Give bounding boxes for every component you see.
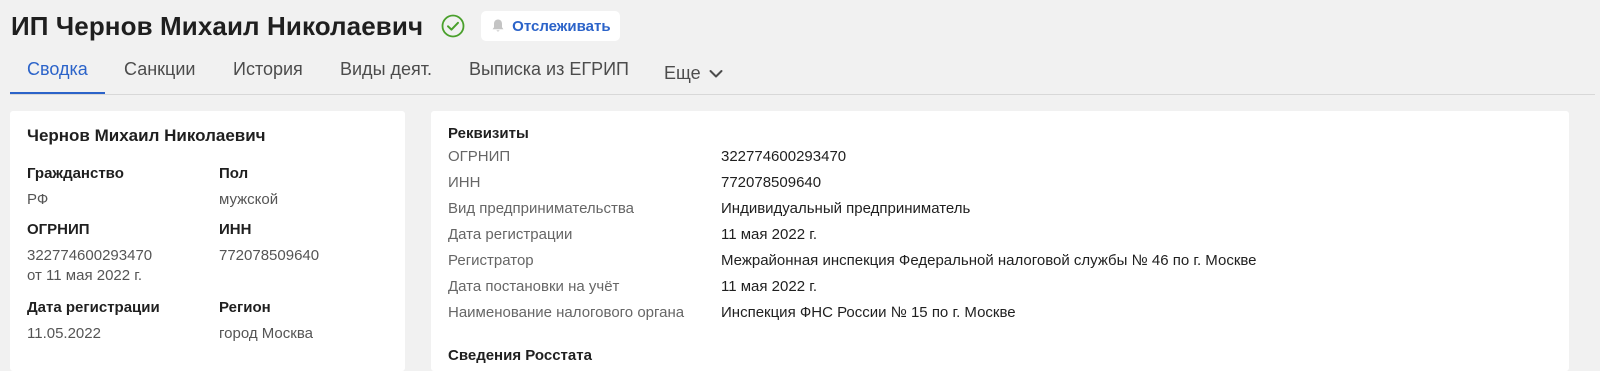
requisites-title: Реквизиты [448, 125, 529, 142]
requisite-key: Дата регистрации [448, 226, 573, 243]
citizenship-field: Гражданство РФ [27, 164, 207, 210]
requisite-key: Вид предпринимательства [448, 200, 634, 217]
field-label: Пол [219, 165, 249, 182]
chevron-down-icon [709, 58, 723, 88]
page-header: ИП Чернов Михаил Николаевич Отслеживать [11, 8, 620, 44]
tab-history[interactable]: История [233, 54, 303, 92]
gender-field: Пол мужской [219, 164, 399, 210]
tab-label: Сводка [27, 59, 88, 79]
tab-label: История [233, 59, 303, 79]
tab-label: Выписка из ЕГРИП [469, 59, 629, 79]
region-field: Регион город Москва [219, 298, 399, 344]
requisite-value: 772078509640 [721, 174, 822, 191]
field-value: 322774600293470 [27, 247, 153, 264]
rosstat-section-title: Сведения Росстата [448, 347, 592, 364]
requisite-value: 11 мая 2022 г. [721, 278, 818, 295]
tab-egrip-extract[interactable]: Выписка из ЕГРИП [469, 54, 629, 92]
requisite-key: Дата постановки на учёт [448, 278, 620, 295]
tab-label: Санкции [124, 59, 196, 79]
requisite-key: ОГРНИП [448, 148, 511, 165]
requisite-value: 11 мая 2022 г. [721, 226, 818, 243]
inn-field: ИНН 772078509640 [219, 220, 399, 266]
person-name: Чернов Михаил Николаевич [27, 126, 266, 145]
requisite-row: Наименование налогового органа Инспекция… [448, 300, 1548, 326]
follow-button[interactable]: Отслеживать [481, 11, 620, 41]
requisite-row: Дата регистрации 11 мая 2022 г. [448, 222, 1548, 248]
requisites-card: Реквизиты ОГРНИП 322774600293470 ИНН 772… [431, 111, 1569, 371]
requisite-value: Инспекция ФНС России № 15 по г. Москве [721, 304, 1016, 321]
ogrnip-field: ОГРНИП 322774600293470 от 11 мая 2022 г. [27, 220, 207, 286]
requisite-value: Межрайонная инспекция Федеральной налого… [721, 252, 1257, 269]
requisite-key: Регистратор [448, 252, 534, 269]
requisite-row: ИНН 772078509640 [448, 170, 1548, 196]
requisite-key: Наименование налогового органа [448, 304, 685, 321]
field-label: Регион [219, 299, 271, 316]
bell-icon [490, 18, 506, 34]
field-label: Гражданство [27, 165, 124, 182]
requisite-key: ИНН [448, 174, 481, 191]
tab-label: Еще [664, 63, 701, 83]
requisite-value: 322774600293470 [721, 148, 847, 165]
reg-date-field: Дата регистрации 11.05.2022 [27, 298, 207, 344]
field-value: РФ [27, 191, 49, 208]
tab-label: Виды деят. [340, 59, 433, 79]
tab-summary[interactable]: Сводка [10, 54, 105, 94]
tab-bar: Сводка Санкции История Виды деят. Выписк… [10, 54, 1595, 95]
requisite-row: ОГРНИП 322774600293470 [448, 144, 1548, 170]
field-value: 11.05.2022 [27, 325, 101, 342]
field-label: ИНН [219, 221, 252, 238]
field-label: Дата регистрации [27, 299, 160, 316]
field-value: город Москва [219, 325, 313, 342]
follow-label: Отслеживать [512, 17, 611, 35]
tab-activities[interactable]: Виды деят. [340, 54, 432, 92]
requisite-value: Индивидуальный предприниматель [721, 200, 971, 217]
field-label: ОГРНИП [27, 221, 90, 238]
requisite-row: Вид предпринимательства Индивидуальный п… [448, 196, 1548, 222]
field-subvalue: от 11 мая 2022 г. [27, 267, 143, 284]
page-title: ИП Чернов Михаил Николаевич [11, 10, 424, 41]
tab-more[interactable]: Еще [664, 54, 723, 92]
person-card: Чернов Михаил Николаевич Гражданство РФ … [10, 111, 405, 371]
check-circle-icon [441, 14, 465, 38]
tab-sanctions[interactable]: Санкции [124, 54, 195, 92]
requisite-row: Дата постановки на учёт 11 мая 2022 г. [448, 274, 1548, 300]
field-value: 772078509640 [219, 247, 320, 264]
field-value: мужской [219, 191, 279, 208]
requisite-row: Регистратор Межрайонная инспекция Федера… [448, 248, 1548, 274]
